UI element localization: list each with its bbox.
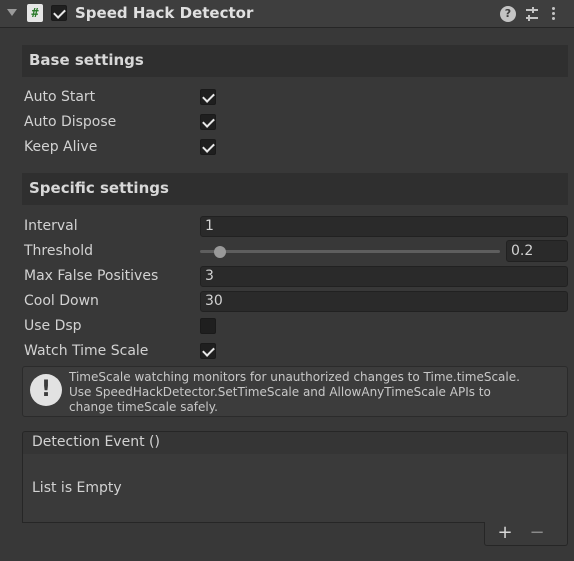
use-dsp-label: Use Dsp bbox=[24, 318, 82, 334]
watch-time-scale-checkbox[interactable] bbox=[200, 343, 216, 359]
list-empty-text: List is Empty bbox=[32, 480, 122, 496]
threshold-slider-thumb[interactable] bbox=[214, 246, 227, 258]
add-event-button[interactable]: + bbox=[490, 522, 520, 544]
warning-icon: ! bbox=[30, 374, 62, 406]
auto-dispose-label: Auto Dispose bbox=[24, 114, 117, 130]
max-false-positives-label: Max False Positives bbox=[24, 268, 159, 284]
auto-dispose-checkbox[interactable] bbox=[200, 114, 216, 130]
cool-down-label: Cool Down bbox=[24, 293, 99, 309]
detection-event-footer: + − bbox=[484, 522, 568, 546]
timescale-help-box: ! TimeScale watching monitors for unauth… bbox=[22, 366, 568, 417]
context-menu-icon[interactable] bbox=[550, 6, 556, 22]
help-icon[interactable]: ? bbox=[500, 6, 516, 22]
script-icon: # bbox=[27, 4, 43, 22]
keep-alive-checkbox[interactable] bbox=[200, 139, 216, 155]
interval-field[interactable]: 1 bbox=[200, 216, 568, 237]
base-settings-header: Base settings bbox=[22, 45, 568, 77]
interval-label: Interval bbox=[24, 218, 78, 234]
cool-down-field[interactable]: 30 bbox=[200, 291, 568, 312]
auto-start-label: Auto Start bbox=[24, 89, 96, 105]
threshold-slider[interactable] bbox=[200, 250, 500, 253]
use-dsp-checkbox[interactable] bbox=[200, 318, 216, 334]
component-header: # Speed Hack Detector ? bbox=[0, 0, 574, 28]
presets-icon[interactable] bbox=[524, 6, 540, 22]
threshold-field[interactable]: 0.2 bbox=[506, 240, 568, 262]
help-text: TimeScale watching monitors for unauthor… bbox=[69, 370, 520, 414]
remove-event-button[interactable]: − bbox=[522, 522, 552, 544]
max-false-positives-field[interactable]: 3 bbox=[200, 266, 568, 287]
component-title: Speed Hack Detector bbox=[75, 4, 254, 22]
keep-alive-label: Keep Alive bbox=[24, 139, 98, 155]
detection-event-header: Detection Event () bbox=[22, 431, 568, 455]
foldout-arrow-icon[interactable] bbox=[7, 9, 17, 16]
component-enabled-checkbox[interactable] bbox=[51, 5, 67, 21]
specific-settings-header: Specific settings bbox=[22, 173, 568, 205]
watch-time-scale-label: Watch Time Scale bbox=[24, 343, 149, 359]
threshold-label: Threshold bbox=[24, 243, 93, 259]
detection-event-list: List is Empty bbox=[22, 454, 568, 523]
auto-start-checkbox[interactable] bbox=[200, 89, 216, 105]
